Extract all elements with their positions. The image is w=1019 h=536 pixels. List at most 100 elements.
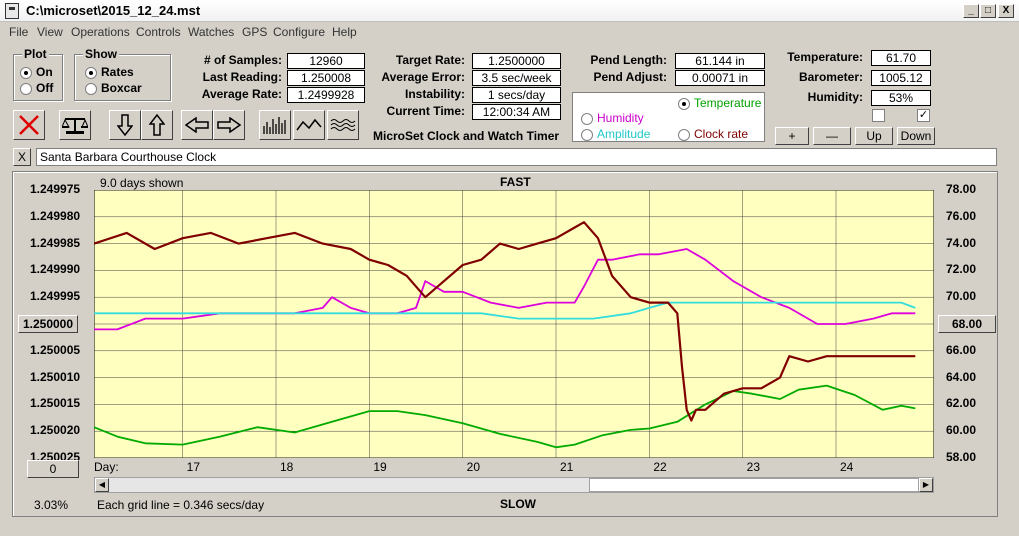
- radio-icon: [678, 128, 690, 141]
- overlay-temperature-label: Temperature: [694, 96, 762, 110]
- histogram-button[interactable]: [259, 110, 291, 140]
- samples-field: 12960: [287, 53, 365, 69]
- y-right-tick-label: 78.00: [946, 182, 977, 196]
- plot-off-radio[interactable]: Off: [20, 81, 53, 95]
- overlay-clock-rate-label: Clock rate: [694, 127, 749, 141]
- overlay-amplitude-label: Amplitude: [597, 127, 651, 141]
- y-right-tick-label: 60.00: [946, 423, 977, 438]
- waveform-icon: [330, 119, 356, 131]
- scale-minus-button[interactable]: —: [813, 127, 851, 145]
- show-group: Show Rates Boxcar: [74, 47, 171, 101]
- scroll-right-icon[interactable]: ▶: [919, 478, 933, 492]
- y-left-tick-label: 1.249985: [30, 235, 81, 250]
- show-rates-radio[interactable]: Rates: [85, 65, 134, 79]
- left-arrow-icon: [185, 117, 209, 133]
- overlay-selector: Temperature Humidity Amplitude Clock rat…: [572, 92, 765, 142]
- scroll-left-icon[interactable]: ◀: [95, 478, 109, 492]
- plot-off-label: Off: [36, 81, 54, 95]
- waveform-button[interactable]: [327, 110, 359, 140]
- x-tick-label: 17: [186, 460, 201, 474]
- average-rate-field: 1.2499928: [287, 87, 365, 103]
- menu-gps[interactable]: GPS: [242, 25, 267, 39]
- slow-label: SLOW: [500, 497, 536, 511]
- y-left-tick-label: 1.249975: [30, 182, 81, 196]
- plot-on-radio[interactable]: On: [20, 65, 53, 79]
- y-right-tick-label: 76.00: [946, 208, 977, 223]
- up-arrow-icon: [149, 114, 165, 136]
- x-tick-label: 18: [280, 460, 294, 474]
- menu-watches[interactable]: Watches: [188, 25, 234, 39]
- center-temperature-button[interactable]: 68.00: [938, 315, 996, 333]
- x-tick-label: 22: [653, 460, 667, 474]
- y-left-tick-label: 1.249995: [30, 289, 81, 304]
- rate-chart[interactable]: [94, 190, 934, 458]
- current-time-label: Current Time:: [386, 104, 465, 118]
- y-left-tick-label: 1.250015: [30, 396, 81, 411]
- radio-selected-icon: [85, 66, 97, 79]
- menu-help[interactable]: Help: [332, 25, 357, 39]
- title-bar: C:\microset\2015_12_24.mst _ □ X: [0, 0, 1019, 22]
- y-right-tick-label: 64.00: [946, 369, 977, 384]
- right-arrow-icon: [217, 117, 241, 133]
- target-rate-field: 1.2500000: [472, 53, 561, 69]
- overlay-temperature-radio[interactable]: Temperature: [678, 96, 761, 110]
- grid-note: Each grid line = 0.346 secs/day: [97, 498, 265, 512]
- menu-file[interactable]: File: [9, 25, 28, 39]
- red-x-icon: [19, 115, 39, 135]
- y-right-tick-label: 66.00: [946, 342, 977, 357]
- right-checkbox[interactable]: ✓: [917, 109, 930, 122]
- samples-label: # of Samples:: [203, 53, 282, 67]
- app-icon: [5, 3, 19, 19]
- show-boxcar-radio[interactable]: Boxcar: [85, 81, 142, 95]
- clock-name-field[interactable]: Santa Barbara Courthouse Clock: [36, 148, 997, 166]
- days-shown-label: 9.0 days shown: [100, 176, 184, 190]
- balance-button[interactable]: [59, 110, 91, 140]
- x-tick-label: 23: [746, 460, 761, 474]
- stop-button[interactable]: [13, 110, 45, 140]
- y-right-tick-label: 62.00: [946, 396, 977, 411]
- show-boxcar-label: Boxcar: [101, 81, 142, 95]
- scroll-thumb[interactable]: [589, 478, 919, 492]
- line-graph-icon: [296, 118, 322, 131]
- scale-up-button[interactable]: Up: [855, 127, 893, 145]
- overlay-amplitude-radio[interactable]: Amplitude: [581, 127, 650, 141]
- left-checkbox[interactable]: [872, 109, 885, 122]
- menu-view[interactable]: View: [37, 25, 63, 39]
- target-rate-label: Target Rate:: [395, 53, 465, 67]
- down-arrow-button[interactable]: [109, 110, 141, 140]
- instability-field: 1 secs/day: [472, 87, 561, 103]
- up-arrow-button[interactable]: [141, 110, 173, 140]
- menu-bar: File View Operations Controls Watches GP…: [0, 23, 1019, 41]
- x-tick-label: 21: [560, 460, 574, 474]
- plot-group: Plot On Off: [13, 47, 63, 101]
- menu-controls[interactable]: Controls: [136, 25, 181, 39]
- pend-length-label: Pend Length:: [590, 53, 667, 67]
- left-arrow-button[interactable]: [181, 110, 213, 140]
- line-graph-button[interactable]: [293, 110, 325, 140]
- clock-close-button[interactable]: X: [13, 148, 31, 166]
- overlay-clock-rate-radio[interactable]: Clock rate: [678, 127, 748, 141]
- temperature-label: Temperature:: [787, 50, 863, 64]
- humidity-field: 53%: [871, 90, 931, 106]
- right-arrow-button[interactable]: [213, 110, 245, 140]
- app-caption: MicroSet Clock and Watch Timer: [373, 129, 560, 143]
- maximize-button[interactable]: □: [980, 4, 996, 18]
- plot-group-title: Plot: [22, 47, 49, 61]
- pend-adjust-label: Pend Adjust:: [593, 70, 667, 84]
- last-reading-label: Last Reading:: [202, 70, 282, 84]
- average-rate-label: Average Rate:: [201, 87, 282, 101]
- center-rate-button[interactable]: 1.250000: [18, 315, 78, 333]
- close-button[interactable]: X: [998, 4, 1014, 18]
- horizontal-scrollbar[interactable]: ◀ ▶: [94, 477, 934, 493]
- zero-button[interactable]: 0: [27, 460, 79, 478]
- barometer-label: Barometer:: [798, 70, 863, 84]
- current-time-field: 12:00:34 AM: [472, 104, 561, 120]
- scale-down-button[interactable]: Down: [897, 127, 935, 145]
- menu-operations[interactable]: Operations: [71, 25, 130, 39]
- minimize-button[interactable]: _: [963, 4, 979, 18]
- menu-configure[interactable]: Configure: [273, 25, 325, 39]
- y-left-tick-label: 1.250005: [30, 342, 81, 357]
- scale-plus-button[interactable]: +: [775, 127, 809, 145]
- overlay-humidity-radio[interactable]: Humidity: [581, 111, 644, 125]
- x-tick-label: 24: [840, 460, 854, 474]
